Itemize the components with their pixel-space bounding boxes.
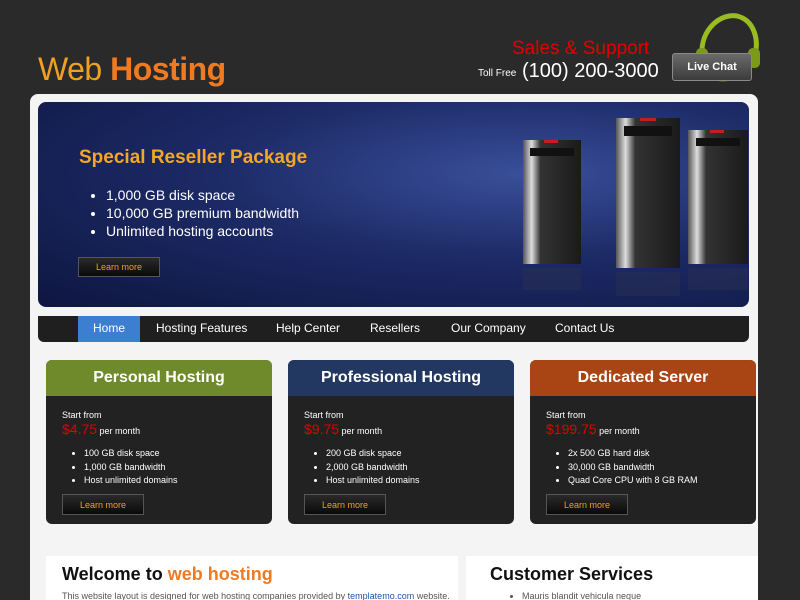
- nav-item-hosting-features[interactable]: Hosting Features: [156, 316, 247, 342]
- plan-price: $9.75: [304, 421, 340, 437]
- plan-title: Dedicated Server: [530, 360, 756, 396]
- main-nav: Home Hosting Features Help Center Resell…: [38, 316, 749, 342]
- plan-feature: Quad Core CPU with 8 GB RAM: [568, 474, 698, 488]
- plan-feature: 2,000 GB bandwidth: [326, 461, 420, 475]
- plan-feature-list: 2x 500 GB hard disk 30,000 GB bandwidth …: [568, 447, 698, 488]
- plan-learn-more-button[interactable]: Learn more: [546, 494, 628, 515]
- templatemo-link[interactable]: templatemo.com: [348, 591, 415, 600]
- plan-feature: 2x 500 GB hard disk: [568, 447, 698, 461]
- welcome-text: This website layout is designed for web …: [62, 591, 450, 600]
- plan-start-label: Start from: [546, 410, 586, 420]
- logo-text-part2: Hosting: [110, 51, 226, 87]
- plan-price: $4.75: [62, 421, 98, 437]
- banner-feature: Unlimited hosting accounts: [106, 222, 299, 240]
- plan-feature: 200 GB disk space: [326, 447, 420, 461]
- plan-title: Personal Hosting: [46, 360, 272, 396]
- plan-per-label: per month: [97, 426, 141, 436]
- plan-card-dedicated: Dedicated Server Start from $199.75 per …: [530, 360, 756, 524]
- nav-item-resellers[interactable]: Resellers: [370, 316, 420, 342]
- customer-services-list: Mauris blandit vehicula neque: [522, 591, 641, 600]
- plan-learn-more-button[interactable]: Learn more: [62, 494, 144, 515]
- nav-item-our-company[interactable]: Our Company: [451, 316, 526, 342]
- site-logo[interactable]: Web Hosting: [38, 50, 226, 88]
- server-rack-image: [523, 118, 748, 296]
- customer-services-item[interactable]: Mauris blandit vehicula neque: [522, 591, 641, 600]
- welcome-title: Welcome to web hosting: [62, 564, 273, 585]
- customer-services-title: Customer Services: [490, 564, 654, 584]
- plan-feature: 100 GB disk space: [84, 447, 178, 461]
- sales-support-label: Sales & Support: [512, 38, 650, 59]
- banner-learn-more-button[interactable]: Learn more: [78, 257, 160, 277]
- nav-item-contact-us[interactable]: Contact Us: [555, 316, 614, 342]
- plan-title: Professional Hosting: [288, 360, 514, 396]
- nav-item-home[interactable]: Home: [78, 316, 141, 342]
- welcome-text-part1: This website layout is designed for web …: [62, 591, 348, 600]
- banner-feature-list: 1,000 GB disk space 10,000 GB premium ba…: [106, 186, 299, 240]
- plan-per-label: per month: [339, 426, 383, 436]
- plan-feature: 1,000 GB bandwidth: [84, 461, 178, 475]
- plan-feature: 30,000 GB bandwidth: [568, 461, 698, 475]
- plan-card-personal: Personal Hosting Start from $4.75 per mo…: [46, 360, 272, 524]
- plan-feature: Host unlimited domains: [326, 474, 420, 488]
- banner-feature: 1,000 GB disk space: [106, 186, 299, 204]
- plan-price-line: $199.75 per month: [546, 421, 640, 437]
- plan-price: $199.75: [546, 421, 597, 437]
- plan-start-label: Start from: [62, 410, 102, 420]
- live-chat-button[interactable]: Live Chat: [672, 53, 752, 81]
- plan-start-label: Start from: [304, 410, 344, 420]
- plan-card-professional: Professional Hosting Start from $9.75 pe…: [288, 360, 514, 524]
- phone-number: (100) 200-3000: [522, 60, 659, 82]
- plan-learn-more-button[interactable]: Learn more: [304, 494, 386, 515]
- plan-price-line: $9.75 per month: [304, 421, 382, 437]
- banner-feature: 10,000 GB premium bandwidth: [106, 204, 299, 222]
- plan-feature-list: 100 GB disk space 1,000 GB bandwidth Hos…: [84, 447, 178, 488]
- welcome-text-part2: website.: [414, 591, 450, 600]
- welcome-panel: Welcome to web hosting This website layo…: [46, 556, 458, 600]
- hero-banner: Special Reseller Package 1,000 GB disk s…: [38, 102, 749, 307]
- logo-text-part1: Web: [38, 51, 111, 87]
- welcome-title-part1: Welcome to: [62, 564, 168, 584]
- plan-per-label: per month: [596, 426, 640, 436]
- banner-title: Special Reseller Package: [79, 147, 308, 168]
- welcome-title-part2: web hosting: [167, 564, 273, 584]
- customer-services-panel: Customer Services Mauris blandit vehicul…: [466, 556, 758, 600]
- plan-feature: Host unlimited domains: [84, 474, 178, 488]
- toll-free-label: Toll Free: [478, 68, 517, 79]
- plan-price-line: $4.75 per month: [62, 421, 140, 437]
- plan-feature-list: 200 GB disk space 2,000 GB bandwidth Hos…: [326, 447, 420, 488]
- nav-item-help-center[interactable]: Help Center: [276, 316, 340, 342]
